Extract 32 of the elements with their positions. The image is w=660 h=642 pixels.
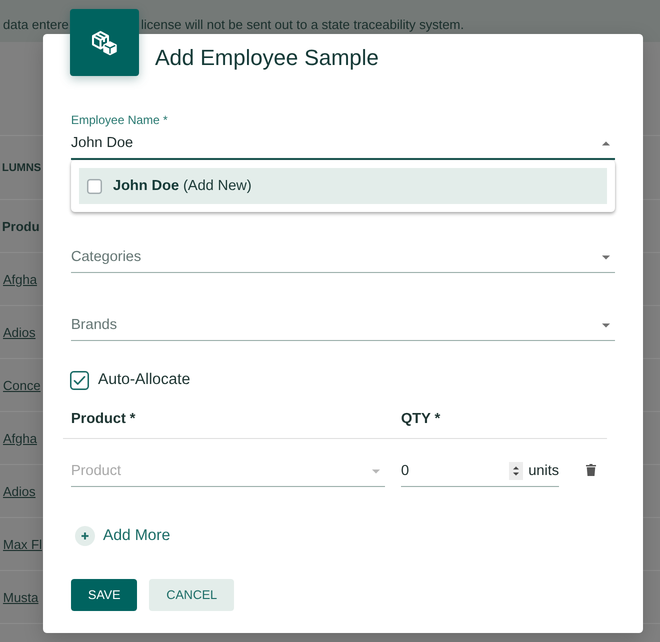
select-field[interactable]: Brands xyxy=(71,310,615,341)
column-header: QTY * xyxy=(401,411,440,427)
quantity-input[interactable]: 0 units xyxy=(401,456,559,487)
caret-down-icon[interactable] xyxy=(602,254,610,260)
notice-text: license will not be sent out to a state traceability system. xyxy=(141,16,464,32)
table-link[interactable]: Musta xyxy=(3,590,38,604)
checkbox-label: Auto-Allocate xyxy=(98,371,190,389)
column-header: Produ xyxy=(2,218,40,234)
trash-icon[interactable] xyxy=(586,464,596,476)
dropdown-option[interactable]: John Doe (Add New) xyxy=(79,168,607,204)
notice-text: data entere xyxy=(3,16,69,32)
checkbox[interactable] xyxy=(70,370,89,390)
table-link[interactable]: Afgha xyxy=(3,430,37,446)
caret-up-icon[interactable] xyxy=(602,140,610,146)
table-link[interactable]: Adios xyxy=(3,324,36,340)
table-link[interactable]: Adios xyxy=(3,484,36,498)
table-link[interactable]: Conce xyxy=(3,378,41,392)
cancel-button[interactable]: CANCEL xyxy=(149,579,234,611)
checkbox[interactable] xyxy=(87,178,102,194)
caret-down-icon[interactable] xyxy=(602,322,610,328)
dialog-title: Add Employee Sample xyxy=(155,45,379,71)
table-link[interactable]: Afgha xyxy=(3,272,37,286)
column-header: Product * xyxy=(71,411,136,427)
field-label: Employee Name * xyxy=(71,112,168,128)
unit-label: units xyxy=(528,463,559,479)
select-field[interactable]: Categories xyxy=(71,242,615,273)
stepper-arrows-icon[interactable] xyxy=(509,462,524,480)
add-more-button[interactable]: Add More xyxy=(75,526,170,546)
table-link[interactable]: Max Fl xyxy=(3,536,42,552)
toolbar-label: LUMNS xyxy=(2,162,42,174)
save-button[interactable]: SAVE xyxy=(71,579,138,611)
plus-icon xyxy=(75,526,95,546)
